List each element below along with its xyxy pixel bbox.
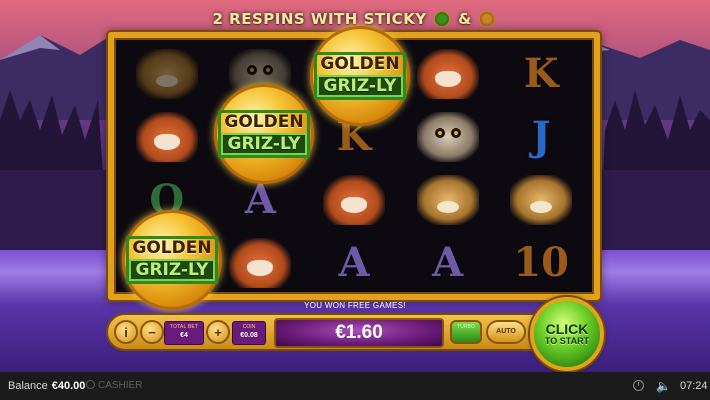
golden-grizzly-coin: GOLDEN GRIZ-LY [122, 210, 222, 310]
win-message: YOU WON FREE GAMES! [304, 301, 406, 310]
coin-caption: COIN [242, 324, 256, 330]
decrease-bet-button[interactable]: − [140, 320, 164, 344]
coin-line2: GRIZ-LY [128, 259, 216, 281]
paw-icon [434, 11, 451, 27]
control-panel: i − TOTAL BET €4 + COIN €0.08 €1.60 TURB… [106, 297, 606, 371]
start-button[interactable]: CLICK TO START [530, 297, 604, 371]
start-label-line1: CLICK [545, 321, 589, 337]
info-button[interactable]: i [114, 320, 138, 344]
banner-amp: & [458, 10, 472, 28]
golden-grizzly-coin: GOLDEN GRIZ-LY [214, 84, 314, 184]
balance-label: Balance [8, 380, 48, 392]
banner-text: 2 RESPINS WITH STICKY [212, 10, 427, 28]
golden-grizzly-coin: GOLDEN GRIZ-LY [310, 26, 410, 126]
fox-symbol [416, 48, 479, 99]
card-symbol: A [432, 239, 464, 286]
increase-bet-button[interactable]: + [206, 320, 230, 344]
reel-cell [494, 168, 588, 231]
start-label-line2: TO START [544, 336, 590, 346]
lynx-symbol [135, 48, 198, 99]
win-amount-display: €1.60 [274, 318, 444, 348]
coin-line1: GOLDEN [224, 112, 304, 132]
cashier-icon [86, 380, 95, 389]
bear-icon [479, 11, 496, 27]
reel-cell [401, 105, 495, 168]
fox-symbol [135, 111, 198, 162]
total-bet-display: TOTAL BET €4 [164, 321, 204, 345]
fox-symbol [322, 174, 385, 225]
reel-cell [120, 105, 214, 168]
card-symbol: 10 [513, 239, 570, 286]
fox-symbol [229, 237, 292, 288]
coin-value-selector[interactable]: COIN €0.08 [232, 321, 266, 345]
sound-icon[interactable]: 🔈 [656, 379, 671, 393]
reel-cell [401, 168, 495, 231]
balance: Balance €40.00 [8, 380, 85, 392]
reel-cell: A [401, 231, 495, 294]
lynx-symbol [416, 174, 479, 225]
coin-line2: GRIZ-LY [316, 75, 404, 97]
owl-symbol [416, 111, 479, 162]
reel-frame: K K J Q A A A 10 GOLDEN GRIZ-LY GOLDEN GRIZ-LY … [108, 26, 600, 310]
reel-cell: J [494, 105, 588, 168]
cashier-label: CASHIER [98, 380, 143, 391]
status-bar: Balance €40.00 CASHIER 🔈 07:24 [0, 372, 710, 400]
reel-cell: A [307, 231, 401, 294]
reel-cell: K [494, 42, 588, 105]
history-icon[interactable] [633, 380, 644, 391]
reel-cell [214, 231, 308, 294]
total-bet-value: €4 [180, 332, 188, 339]
coin-line1: GOLDEN [320, 54, 400, 74]
coin-line1: GOLDEN [132, 238, 212, 258]
reel-cell [401, 42, 495, 105]
total-bet-caption: TOTAL BET [169, 324, 199, 330]
balance-value: €40.00 [51, 380, 86, 392]
turbo-toggle[interactable]: TURBO [450, 320, 482, 344]
card-symbol: K [523, 50, 559, 97]
autoplay-button[interactable]: AUTO [486, 320, 526, 344]
coin-value: €0.08 [240, 332, 258, 339]
reel-cell [120, 42, 214, 105]
clock-time: 07:24 [680, 380, 708, 392]
card-symbol: J [531, 113, 551, 160]
lynx-symbol [510, 174, 573, 225]
cashier-button[interactable]: CASHIER [86, 380, 142, 391]
card-symbol: A [338, 239, 370, 286]
coin-line2: GRIZ-LY [220, 133, 308, 155]
reel-cell [307, 168, 401, 231]
reel-cell: 10 [494, 231, 588, 294]
